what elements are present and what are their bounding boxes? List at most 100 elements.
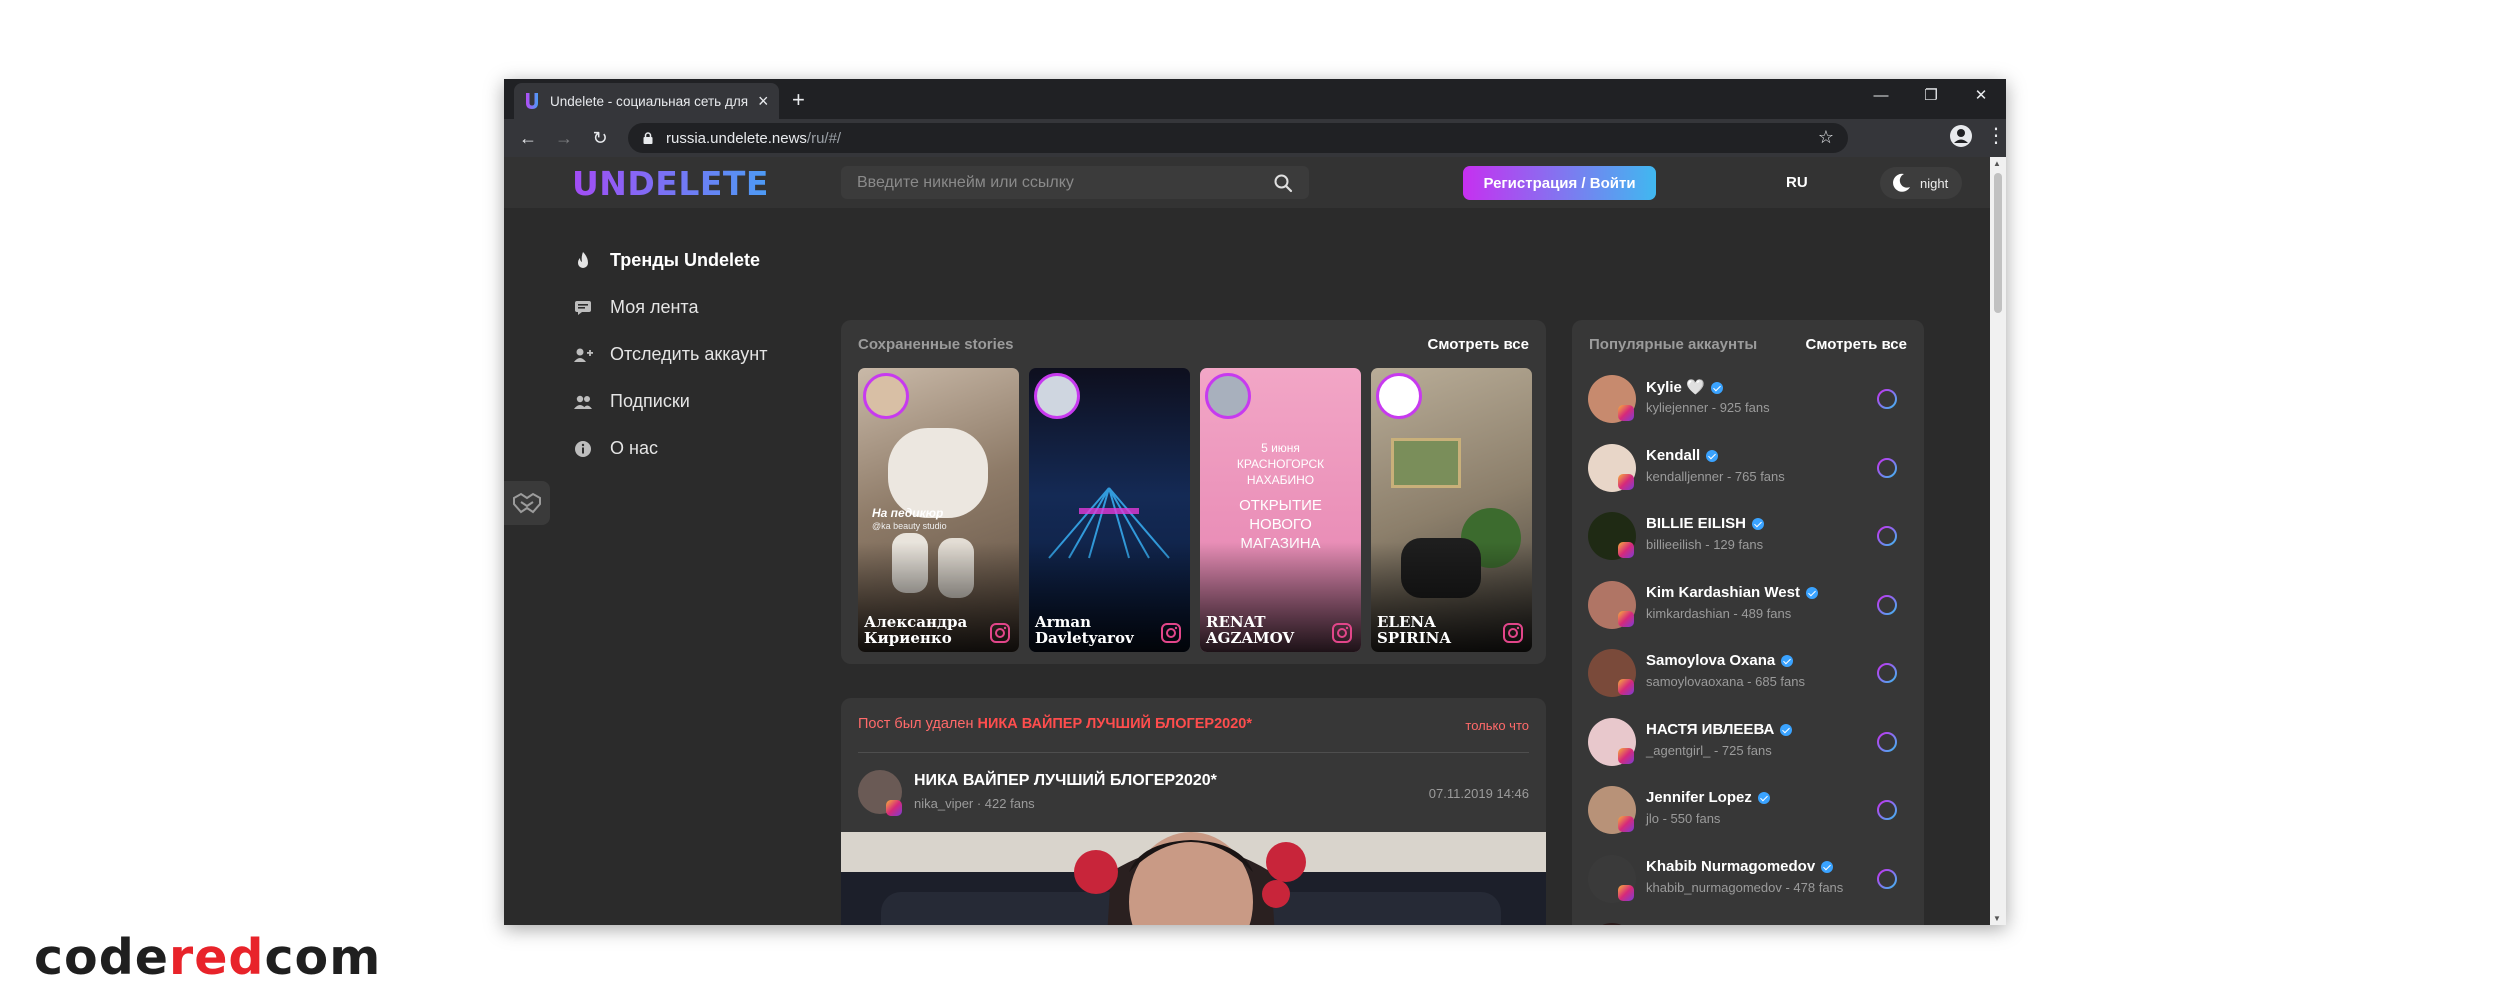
new-tab-icon[interactable]: + xyxy=(792,87,805,113)
scroll-down-icon[interactable]: ▼ xyxy=(1993,914,2001,923)
account-name[interactable]: Kendall xyxy=(1646,446,1719,464)
story-card[interactable]: ELENA SPIRINA xyxy=(1371,368,1532,652)
follow-plus-icon[interactable] xyxy=(1876,594,1898,616)
add-user-icon xyxy=(572,344,594,366)
url-path: /ru/#/ xyxy=(806,129,842,147)
verified-icon xyxy=(1710,382,1723,395)
account-row[interactable]: 6ix9ine6ix9ine - 23 fans xyxy=(1588,915,1910,925)
nav-item-subscriptions[interactable]: Подписки xyxy=(572,378,768,425)
account-name[interactable]: НАСТЯ ИВЛЕЕВА xyxy=(1646,720,1793,738)
story-author-name: Arman Davletyarov xyxy=(1035,613,1134,647)
address-bar[interactable]: russia.undelete.news/ru/#/ ☆ xyxy=(628,123,1848,153)
register-login-button[interactable]: Регистрация / Войти xyxy=(1463,166,1656,200)
account-row[interactable]: Samoylova Oxana samoylovaoxana - 685 fans xyxy=(1588,641,1910,709)
bookmark-star-icon[interactable]: ☆ xyxy=(1818,127,1834,148)
browser-menu-icon[interactable]: ⋮ xyxy=(1986,123,2006,148)
page-scrollbar[interactable]: ▲ ▼ xyxy=(1990,157,2006,925)
account-row[interactable]: НАСТЯ ИВЛЕЕВА _agentgirl_ - 725 fans xyxy=(1588,710,1910,778)
verified-icon xyxy=(1805,586,1818,599)
nav-item-trends[interactable]: Тренды Undelete xyxy=(572,237,768,284)
nav-label: Подписки xyxy=(610,391,690,411)
account-meta: _agentgirl_ - 725 fans xyxy=(1646,742,1772,758)
story-avatar xyxy=(1205,373,1251,419)
instagram-icon[interactable] xyxy=(1160,622,1182,644)
account-name-text: Kendall xyxy=(1646,446,1701,464)
deleted-post-card: Пост был удален НИКА ВАЙПЕР ЛУЧШИЙ БЛОГЕ… xyxy=(841,698,1546,925)
scroll-up-icon[interactable]: ▲ xyxy=(1993,159,2001,168)
verified-icon xyxy=(1780,723,1793,736)
stories-header: Сохраненные stories Смотреть все xyxy=(858,336,1529,353)
account-name[interactable]: BILLIE EILISH xyxy=(1646,515,1765,532)
account-name[interactable]: Kim Kardashian West xyxy=(1646,584,1818,601)
follow-plus-icon[interactable] xyxy=(1876,731,1898,753)
restore-icon[interactable]: ❐ xyxy=(1906,79,1956,111)
account-name-text: НАСТЯ ИВЛЕЕВА xyxy=(1646,720,1775,738)
back-arrow-icon[interactable]: ← xyxy=(510,123,546,153)
instagram-icon[interactable] xyxy=(1502,622,1524,644)
sidebar-toggle[interactable] xyxy=(504,481,550,525)
instagram-icon[interactable] xyxy=(1331,622,1353,644)
follow-plus-icon[interactable] xyxy=(1876,388,1898,410)
follow-plus-icon[interactable] xyxy=(1876,525,1898,547)
account-name-text: Kylie 🤍 xyxy=(1646,379,1705,396)
reload-icon[interactable]: ↻ xyxy=(582,123,618,153)
lock-icon xyxy=(643,132,653,144)
nav-item-about[interactable]: О нас xyxy=(572,425,768,472)
story-card[interactable]: На педикюр @ka beauty studio Александра … xyxy=(858,368,1019,652)
night-mode-toggle[interactable]: night xyxy=(1880,167,1962,199)
account-row[interactable]: Kylie 🤍 kyliejenner - 925 fans xyxy=(1588,367,1910,435)
follow-plus-icon[interactable] xyxy=(1876,799,1898,821)
story-photo-frame xyxy=(1391,438,1461,488)
tab-close-icon[interactable]: × xyxy=(758,91,769,112)
account-name[interactable]: Kylie 🤍 xyxy=(1646,378,1723,396)
account-row[interactable]: Kendall kendalljenner - 765 fans xyxy=(1588,436,1910,504)
account-name-text: Kim Kardashian West xyxy=(1646,583,1800,601)
account-name[interactable]: Jennifer Lopez xyxy=(1646,789,1770,806)
profile-icon[interactable] xyxy=(1950,124,1972,147)
instagram-badge-icon xyxy=(1618,542,1634,558)
account-name[interactable]: Khabib Nurmagomedov xyxy=(1646,858,1834,875)
post-image[interactable] xyxy=(841,832,1546,925)
forward-arrow-icon[interactable]: → xyxy=(546,123,582,153)
search-input[interactable] xyxy=(841,173,1261,192)
story-author-name: ELENA SPIRINA xyxy=(1377,613,1451,647)
nav-label: Тренды Undelete xyxy=(610,250,761,270)
post-deleted-title[interactable]: НИКА ВАЙПЕР ЛУЧШИЙ БЛОГЕР2020* xyxy=(977,716,1251,732)
account-row[interactable]: Khabib Nurmagomedov khabib_nurmagomedov -… xyxy=(1588,847,1910,915)
minimize-icon[interactable]: — xyxy=(1856,79,1906,111)
account-meta: billieeilish - 129 fans xyxy=(1646,537,1764,552)
follow-plus-icon[interactable] xyxy=(1876,868,1898,890)
story-author-name: Александра Кириенко xyxy=(864,613,968,647)
browser-toolbar: ← → ↻ russia.undelete.news/ru/#/ ☆ ⋮ xyxy=(504,119,2006,157)
account-name[interactable]: Samoylova Oxana xyxy=(1646,652,1794,669)
account-row[interactable]: Jennifer Lopez jlo - 550 fans xyxy=(1588,778,1910,846)
story-card[interactable]: Arman Davletyarov xyxy=(1029,368,1190,652)
post-author-name[interactable]: НИКА ВАЙПЕР ЛУЧШИЙ БЛОГЕР2020* xyxy=(914,772,1217,790)
site-logo[interactable]: UNDELETE xyxy=(572,164,769,203)
instagram-badge-icon xyxy=(1618,405,1634,421)
nav-item-track-account[interactable]: Отследить аккаунт xyxy=(572,331,768,378)
nav-item-feed[interactable]: Моя лента xyxy=(572,284,768,331)
browser-tab[interactable]: Undelete - социальная сеть для × xyxy=(514,83,779,119)
story-card[interactable]: 5 июня КРАСНОГОРСК НАХАБИНО ОТКРЫТИЕ НОВ… xyxy=(1200,368,1361,652)
popular-title: Популярные аккаунты xyxy=(1589,336,1758,353)
stories-see-all-link[interactable]: Смотреть все xyxy=(1428,336,1529,353)
caption-part-1: code xyxy=(34,929,170,986)
site-header: UNDELETE Регистрация / Войти RU night xyxy=(504,157,1990,208)
search-icon[interactable] xyxy=(1273,173,1293,193)
follow-plus-icon[interactable] xyxy=(1876,662,1898,684)
account-row[interactable]: BILLIE EILISH billieeilish - 129 fans xyxy=(1588,504,1910,572)
post-author-avatar[interactable] xyxy=(858,770,902,816)
story-avatar xyxy=(863,373,909,419)
instagram-badge-icon xyxy=(1618,747,1634,764)
account-row[interactable]: Kim Kardashian West kimkardashian - 489 f… xyxy=(1588,573,1910,641)
popular-see-all-link[interactable]: Смотреть все xyxy=(1806,336,1907,353)
url-host: russia.undelete.news xyxy=(666,129,807,147)
follow-plus-icon[interactable] xyxy=(1876,457,1898,479)
close-window-icon[interactable]: ✕ xyxy=(1956,79,2006,111)
scroll-thumb[interactable] xyxy=(1994,173,2002,313)
language-selector[interactable]: RU xyxy=(1786,174,1808,191)
account-avatar[interactable] xyxy=(1588,923,1636,925)
instagram-icon[interactable] xyxy=(989,622,1011,644)
story-overlay-text: На педикюр xyxy=(872,506,944,520)
